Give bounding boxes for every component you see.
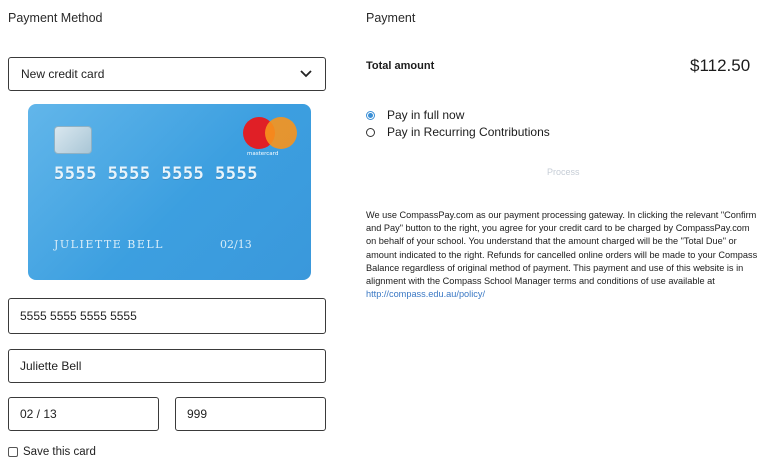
save-card-label: Save this card xyxy=(23,446,96,458)
pay-recurring-option[interactable]: Pay in Recurring Contributions xyxy=(366,125,550,139)
card-preview-expiry: 02/13 xyxy=(220,238,252,251)
cvv-field[interactable] xyxy=(175,397,326,431)
chevron-down-icon xyxy=(299,67,313,81)
pay-recurring-label: Pay in Recurring Contributions xyxy=(387,125,550,139)
card-number-field[interactable] xyxy=(8,298,326,334)
total-amount-label: Total amount xyxy=(366,60,435,72)
card-select-dropdown[interactable]: New credit card xyxy=(8,57,326,91)
cardholder-name-input[interactable] xyxy=(20,359,314,373)
payment-notice: We use CompassPay.com as our payment pro… xyxy=(366,209,761,301)
pay-in-full-option[interactable]: Pay in full now xyxy=(366,108,464,122)
card-preview-holder: JULIETTE BELL xyxy=(54,238,164,251)
card-brand-label: mastercard xyxy=(247,151,279,157)
payment-notice-text: We use CompassPay.com as our payment pro… xyxy=(366,210,758,287)
payment-heading: Payment xyxy=(366,11,416,25)
pay-in-full-label: Pay in full now xyxy=(387,108,465,122)
card-select-value: New credit card xyxy=(21,67,105,81)
chip-icon xyxy=(54,126,92,154)
expiry-field[interactable] xyxy=(8,397,159,431)
total-amount-value: $112.50 xyxy=(690,56,751,75)
expiry-input[interactable] xyxy=(20,407,147,421)
mastercard-logo: mastercard xyxy=(243,117,299,161)
cardholder-name-field[interactable] xyxy=(8,349,326,383)
pay-in-full-radio[interactable] xyxy=(366,110,375,120)
pay-recurring-radio[interactable] xyxy=(366,127,375,137)
card-preview-number: 5555 5555 5555 5555 xyxy=(54,164,258,184)
process-button[interactable]: Process xyxy=(547,167,580,177)
cvv-input[interactable] xyxy=(187,407,314,421)
card-number-input[interactable] xyxy=(20,309,314,323)
credit-card-preview: mastercard 5555 5555 5555 5555 JULIETTE … xyxy=(28,104,311,280)
payment-method-heading: Payment Method xyxy=(8,11,103,25)
policy-link[interactable]: http://compass.edu.au/policy/ xyxy=(366,288,761,301)
save-card-checkbox-row[interactable]: Save this card xyxy=(8,446,96,458)
save-card-checkbox[interactable] xyxy=(8,447,18,457)
